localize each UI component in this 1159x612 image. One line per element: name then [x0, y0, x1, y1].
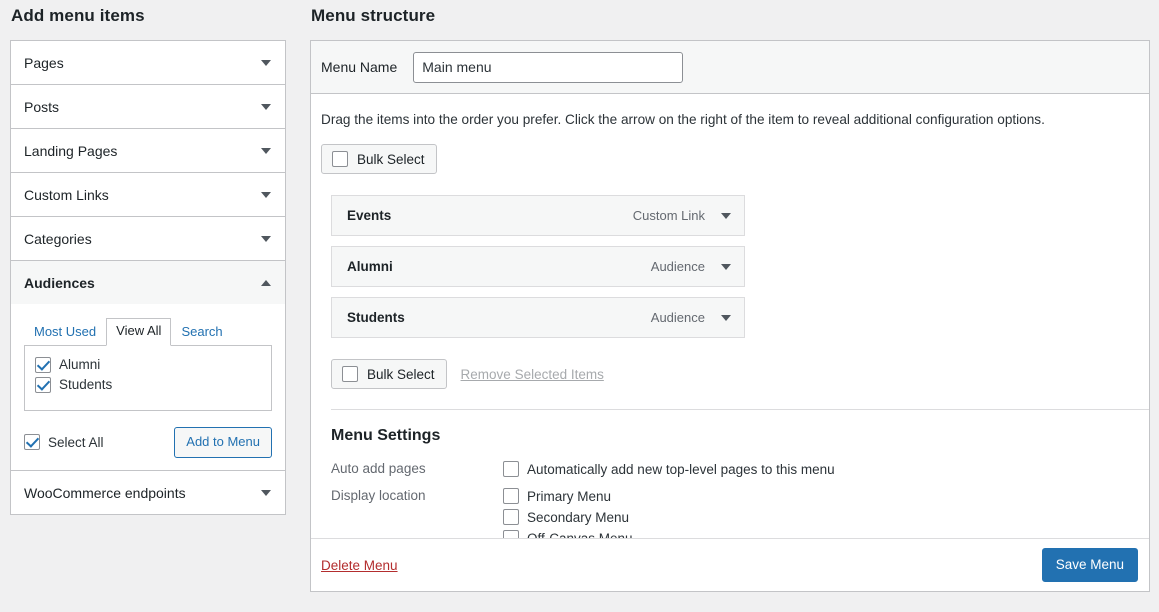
checkbox-alumni[interactable] — [35, 356, 51, 373]
accordion-woocommerce-endpoints: WooCommerce endpoints — [11, 471, 285, 515]
page-title-menu-structure: Menu structure — [311, 6, 436, 25]
audiences-panel-footer: Select All Add to Menu — [24, 426, 272, 459]
accordion-header-categories[interactable]: Categories — [11, 217, 285, 260]
chevron-down-icon[interactable] — [721, 212, 731, 219]
tab-view-all[interactable]: View All — [106, 318, 172, 346]
menu-item-type: Custom Link — [632, 208, 705, 224]
accordion-header-woocommerce-endpoints[interactable]: WooCommerce endpoints — [11, 471, 285, 515]
add-menu-items-panel: Pages Posts Landing Pages Custom Links C… — [10, 40, 286, 516]
sidebar-item-label: Categories — [24, 230, 92, 247]
menu-items-list: Events Custom Link Alumni Audience Stude… — [331, 195, 1139, 339]
page-title-add-menu-items: Add menu items — [11, 6, 145, 25]
chevron-up-icon[interactable] — [261, 279, 271, 286]
menu-name-label: Menu Name — [321, 59, 398, 75]
chevron-down-icon[interactable] — [261, 489, 271, 496]
chevron-down-icon[interactable] — [721, 314, 731, 321]
bulk-select-label: Bulk Select — [367, 366, 435, 382]
display-location-option-label: Primary Menu — [527, 488, 612, 504]
audiences-tabs: Most Used View All Search — [24, 318, 272, 346]
menu-name-bar: Menu Name — [311, 41, 1149, 94]
sidebar-item-label: WooCommerce endpoints — [24, 484, 186, 501]
accordion-header-pages[interactable]: Pages — [11, 41, 285, 84]
sidebar-item-label: Posts — [24, 98, 60, 115]
audiences-view-all-list: Alumni Students — [24, 344, 272, 411]
tab-search[interactable]: Search — [171, 319, 232, 346]
wordpress-menus-screen: Add menu items Menu structure Pages Post… — [0, 0, 1159, 612]
sidebar-item-label: Pages — [24, 54, 64, 71]
sidebar-item-label: Custom Links — [24, 186, 109, 203]
accordion-pages: Pages — [11, 41, 285, 85]
select-all-label: Select All — [48, 434, 104, 450]
accordion-custom-links: Custom Links — [11, 173, 285, 217]
menu-name-input[interactable] — [413, 51, 684, 83]
checkbox-bulk-select-bottom[interactable] — [342, 366, 358, 383]
checkbox-primary-menu[interactable] — [503, 488, 519, 505]
menu-structure-footer: Delete Menu Save Menu — [311, 538, 1149, 591]
list-item-label: Students — [59, 377, 113, 393]
accordion-audiences: Audiences Most Used View All Search Alum… — [11, 261, 285, 472]
checkbox-auto-add-pages[interactable] — [503, 461, 519, 478]
chevron-down-icon[interactable] — [721, 263, 731, 270]
display-location-primary[interactable]: Primary Menu — [503, 487, 1139, 508]
menu-settings-title: Menu Settings — [331, 427, 441, 445]
chevron-down-icon[interactable] — [261, 103, 271, 110]
save-menu-button[interactable]: Save Menu — [1041, 547, 1138, 583]
menu-item-type: Audience — [650, 310, 705, 326]
checkbox-bulk-select-top[interactable] — [332, 151, 348, 168]
sidebar-item-label: Landing Pages — [24, 142, 118, 159]
display-location-secondary[interactable]: Secondary Menu — [503, 508, 1139, 529]
checkbox-secondary-menu[interactable] — [503, 509, 519, 526]
list-item[interactable]: Students — [35, 375, 261, 395]
drag-hint-text: Drag the items into the order you prefer… — [321, 112, 1045, 127]
auto-add-pages-options: Automatically add new top-level pages to… — [503, 460, 1139, 481]
accordion-header-audiences[interactable]: Audiences — [11, 261, 285, 304]
tab-most-used[interactable]: Most Used — [24, 319, 106, 346]
delete-menu-link[interactable]: Delete Menu — [321, 558, 398, 573]
select-all-row[interactable]: Select All — [24, 432, 174, 452]
menu-item-alumni[interactable]: Alumni Audience — [331, 246, 745, 288]
list-item[interactable]: Alumni — [35, 355, 261, 375]
setting-row-auto-add-pages: Auto add pages Automatically add new top… — [331, 457, 1139, 484]
chevron-down-icon[interactable] — [261, 235, 271, 242]
sidebar-item-label: Audiences — [24, 274, 95, 291]
remove-selected-items-link[interactable]: Remove Selected Items — [461, 367, 604, 382]
menu-item-title: Alumni — [347, 259, 393, 275]
bulk-select-button-top[interactable]: Bulk Select — [321, 144, 437, 175]
menu-structure-panel: Menu Name Drag the items into the order … — [310, 40, 1150, 592]
menu-item-title: Students — [347, 310, 405, 326]
audiences-panel-body: Most Used View All Search Alumni Student… — [11, 304, 285, 471]
bulk-select-button-bottom[interactable]: Bulk Select — [331, 359, 447, 390]
chevron-down-icon[interactable] — [261, 147, 271, 154]
menu-structure-body: Drag the items into the order you prefer… — [311, 94, 1149, 553]
accordion-header-posts[interactable]: Posts — [11, 85, 285, 128]
menu-item-students[interactable]: Students Audience — [331, 297, 745, 339]
add-to-menu-button[interactable]: Add to Menu — [174, 426, 272, 459]
chevron-down-icon[interactable] — [261, 59, 271, 66]
section-divider — [331, 409, 1149, 411]
accordion-header-custom-links[interactable]: Custom Links — [11, 173, 285, 216]
accordion-categories: Categories — [11, 217, 285, 261]
accordion-landing-pages: Landing Pages — [11, 129, 285, 173]
checkbox-select-all[interactable] — [24, 434, 40, 451]
bulk-select-label: Bulk Select — [357, 151, 425, 167]
bulk-actions-row: Bulk Select Remove Selected Items — [331, 359, 1139, 390]
auto-add-pages-option[interactable]: Automatically add new top-level pages to… — [503, 460, 1139, 481]
menu-item-type: Audience — [650, 259, 705, 275]
auto-add-pages-option-label: Automatically add new top-level pages to… — [527, 461, 835, 477]
chevron-down-icon[interactable] — [261, 191, 271, 198]
menu-item-events[interactable]: Events Custom Link — [331, 195, 745, 237]
menu-item-title: Events — [347, 208, 392, 224]
auto-add-pages-label: Auto add pages — [331, 461, 426, 477]
checkbox-students[interactable] — [35, 376, 51, 393]
list-item-label: Alumni — [59, 357, 101, 373]
accordion-posts: Posts — [11, 85, 285, 129]
accordion-header-landing-pages[interactable]: Landing Pages — [11, 129, 285, 172]
display-location-option-label: Secondary Menu — [527, 509, 630, 525]
